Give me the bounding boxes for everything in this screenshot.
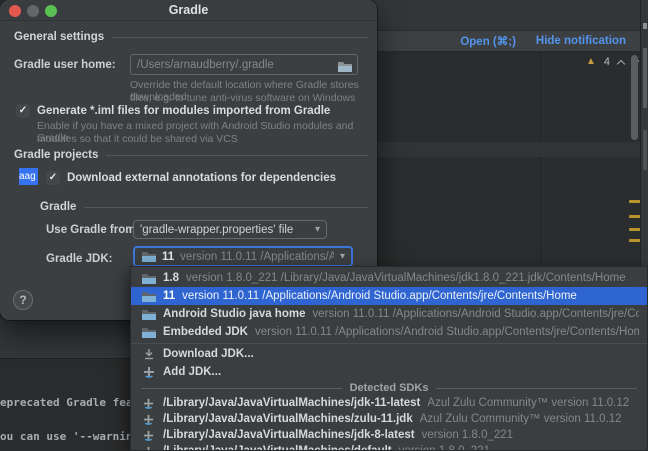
help-button[interactable]: ? xyxy=(13,290,33,310)
section-label: Gradle xyxy=(40,201,76,213)
add-icon xyxy=(141,446,156,451)
section-label: General settings xyxy=(14,31,104,43)
add-icon xyxy=(141,398,156,409)
action-label: Add JDK... xyxy=(163,366,221,378)
sdk-path: /Library/Java/JavaVirtualMachines/jdk-11… xyxy=(163,397,420,409)
jdk-detail: version 1.8.0_221 /Library/Java/JavaVirt… xyxy=(186,272,626,284)
close-button[interactable] xyxy=(9,5,21,17)
download-annotations-label: Download external annotations for depend… xyxy=(67,172,336,184)
gradle-user-home-input[interactable] xyxy=(130,54,358,75)
console-line: eprecated Gradle featu xyxy=(0,396,133,409)
section-label: Gradle projects xyxy=(14,149,98,161)
minimize-button[interactable] xyxy=(27,5,39,17)
open-link[interactable]: Open (⌘;) xyxy=(460,34,516,48)
jdk-folder-icon xyxy=(141,309,156,320)
jdk-option[interactable]: Embedded JDK version 11.0.11 /Applicatio… xyxy=(131,323,647,341)
gradle-user-home-label: Gradle user home: xyxy=(14,59,116,71)
jdk-detail: version 11.0.11 /Applications/Android St… xyxy=(312,308,639,320)
add-icon xyxy=(141,430,156,441)
checkmark-icon: ✓ xyxy=(49,173,57,183)
user-home-hint: files, e.g. to tune anti-virus software … xyxy=(130,92,355,104)
browse-folder-icon[interactable] xyxy=(338,59,352,77)
jdk-detail: version 11.0.11 /Applications/Android St… xyxy=(182,290,577,302)
chevron-down-icon: ▾ xyxy=(315,224,320,235)
sdk-path: /Library/Java/JavaVirtualMachines/jdk-8-… xyxy=(163,429,415,441)
tool-window-label xyxy=(643,48,647,108)
detected-sdks-header: Detected SDKs xyxy=(131,381,647,395)
jdk-folder-icon xyxy=(141,327,156,338)
sdk-path: /Library/Java/JavaVirtualMachines/zulu-1… xyxy=(163,413,413,425)
gradle-subsection: Gradle xyxy=(40,201,368,213)
jdk-name: 1.8 xyxy=(163,272,179,284)
jdk-option[interactable]: Android Studio java home version 11.0.11… xyxy=(131,305,647,323)
jdk-folder-icon xyxy=(141,291,156,302)
selected-jdk-detail: version 11.0.11 /Applications/Androic xyxy=(180,251,334,263)
editor-highlight-band xyxy=(370,142,640,157)
use-gradle-from-select[interactable]: 'gradle-wrapper.properties' file ▾ xyxy=(133,220,327,239)
selected-value: 'gradle-wrapper.properties' file xyxy=(140,224,293,236)
editor-scrollbar-thumb[interactable] xyxy=(631,55,638,140)
generate-iml-label: Generate *.iml files for modules importe… xyxy=(37,105,330,117)
gradle-jdk-label: Gradle JDK: xyxy=(46,253,112,265)
generate-iml-checkbox[interactable]: ✓ xyxy=(16,104,30,118)
sdk-detail: version 1.8.0_221 xyxy=(399,445,490,451)
action-label: Download JDK... xyxy=(163,348,254,360)
download-icon xyxy=(141,348,156,360)
jdk-name: Android Studio java home xyxy=(163,308,305,320)
jdk-dropdown-popup: 1.8 version 1.8.0_221 /Library/Java/Java… xyxy=(130,266,648,451)
add-icon xyxy=(141,366,156,378)
jdk-name: 11 xyxy=(163,290,175,302)
gradle-jdk-select[interactable]: 11 version 11.0.11 /Applications/Androic… xyxy=(133,246,353,267)
jdk-option[interactable]: 1.8 version 1.8.0_221 /Library/Java/Java… xyxy=(131,269,647,287)
sdk-path: /Library/Java/JavaVirtualMachines/defaul… xyxy=(163,445,392,451)
detected-sdk-option[interactable]: /Library/Java/JavaVirtualMachines/jdk-8-… xyxy=(131,427,647,443)
header-label: Detected SDKs xyxy=(350,382,429,394)
jdk-name: Embedded JDK xyxy=(163,326,248,338)
sdk-detail: Azul Zulu Community™ version 11.0.12 xyxy=(420,413,622,425)
add-jdk-option[interactable]: Add JDK... xyxy=(131,363,647,381)
editor-split-divider xyxy=(540,52,541,265)
jdk-option-selected[interactable]: 11 version 11.0.11 /Applications/Android… xyxy=(131,287,647,305)
warning-count: 4 xyxy=(604,56,610,68)
jdk-folder-icon xyxy=(141,251,156,262)
jdk-detail: version 11.0.11 /Applications/Android St… xyxy=(255,326,639,338)
tool-window-label xyxy=(643,130,647,170)
add-icon xyxy=(141,414,156,425)
generate-iml-hint: modules so that it could be shared via V… xyxy=(37,133,238,145)
detected-sdk-option[interactable]: /Library/Java/JavaVirtualMachines/defaul… xyxy=(131,443,647,451)
chevron-down-icon: ▾ xyxy=(340,251,345,262)
dialog-titlebar: Gradle xyxy=(0,0,377,21)
download-annotations-checkbox[interactable]: ✓ xyxy=(46,171,60,185)
gradle-projects-section: Gradle projects xyxy=(14,149,368,161)
checkmark-icon: ✓ xyxy=(19,106,27,116)
jdk-folder-icon xyxy=(141,273,156,284)
use-gradle-from-label: Use Gradle from: xyxy=(46,224,139,236)
general-settings-section: General settings xyxy=(14,31,368,43)
screen: Open (⌘;) Hide notification ▲ 4 eprecate… xyxy=(0,0,648,451)
sdk-detail: Azul Zulu Community™ version 11.0.12 xyxy=(427,397,629,409)
detected-sdk-option[interactable]: /Library/Java/JavaVirtualMachines/zulu-1… xyxy=(131,411,647,427)
tool-window-icon xyxy=(643,23,647,29)
warning-icon: ▲ xyxy=(586,57,596,67)
notification-bar: Open (⌘;) Hide notification xyxy=(370,30,640,52)
zoom-button[interactable] xyxy=(45,5,57,17)
console-line: ou can use '--warning- xyxy=(0,430,133,443)
selected-jdk-name: 11 xyxy=(162,251,174,263)
download-jdk-option[interactable]: Download JDK... xyxy=(131,345,647,363)
popup-separator xyxy=(131,343,647,344)
detected-sdk-option[interactable]: /Library/Java/JavaVirtualMachines/jdk-11… xyxy=(131,395,647,411)
ide-window-top xyxy=(370,0,648,30)
project-list-item[interactable]: aag xyxy=(19,168,38,185)
hide-notification-link[interactable]: Hide notification xyxy=(536,35,626,47)
previous-warning-icon[interactable] xyxy=(617,59,625,67)
sdk-detail: version 1.8.0_221 xyxy=(422,429,513,441)
